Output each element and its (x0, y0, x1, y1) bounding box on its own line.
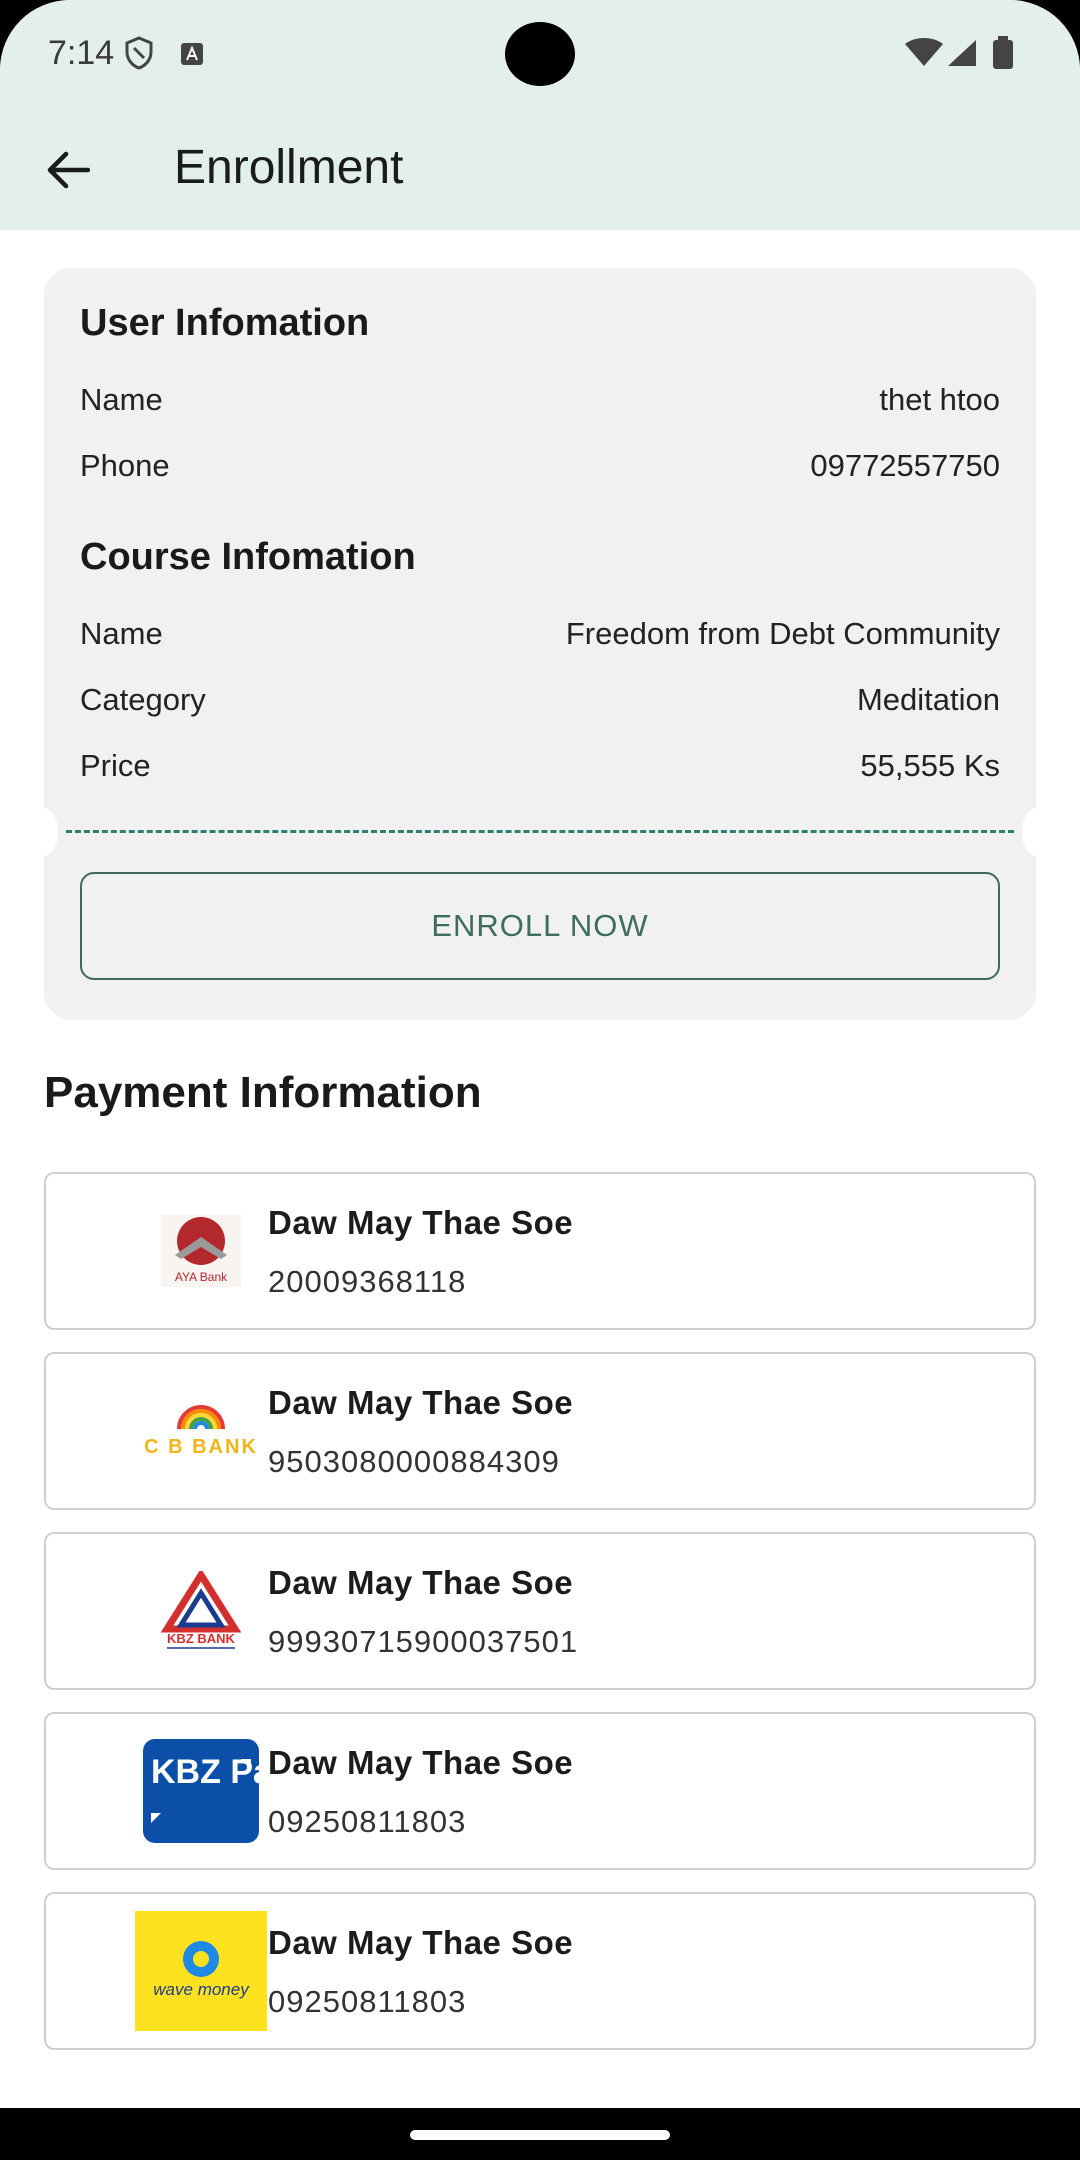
user-phone-value: 09772557750 (810, 448, 1000, 483)
back-button[interactable] (36, 138, 100, 202)
user-info-title: User Infomation (80, 302, 370, 344)
signal-icon (946, 38, 978, 73)
screen: 7:14 Enrollment User Infomation Name the… (0, 0, 1080, 2108)
account-holder-name: Daw May Thae Soe (268, 1384, 574, 1421)
enroll-now-button[interactable]: ENROLL NOW (80, 872, 1000, 980)
course-category-label: Category (80, 682, 206, 717)
user-phone-label: Phone (80, 448, 170, 483)
back-arrow-icon (47, 151, 90, 189)
payment-info-title: Payment Information (44, 1068, 482, 1117)
shield-icon (124, 36, 154, 75)
battery-icon (992, 36, 1014, 75)
status-bar: 7:14 (0, 0, 1080, 110)
account-holder-name: Daw May Thae Soe (268, 1564, 574, 1601)
account-number: 20009368118 (268, 1264, 467, 1299)
ticket-divider (66, 830, 1014, 833)
course-price-value: 55,555 Ks (860, 748, 1000, 783)
logo-text: C B BANK (144, 1436, 258, 1458)
accessibility-badge-icon (180, 42, 204, 71)
logo-text: KBZ BANK (167, 1631, 235, 1646)
course-price-label: Price (80, 748, 151, 783)
page-title: Enrollment (174, 141, 404, 194)
account-number: 9503080000884309 (268, 1444, 560, 1479)
ticket-notch-left (30, 808, 58, 856)
ticket-notch-right (1022, 808, 1050, 856)
payment-method-card[interactable]: wave money Daw May Thae Soe 09250811803 (44, 1892, 1036, 2050)
account-holder-name: Daw May Thae Soe (268, 1744, 574, 1781)
payment-method-card[interactable]: KBZ BANK Daw May Thae Soe 99930715900037… (44, 1532, 1036, 1690)
course-name-value: Freedom from Debt Community (565, 616, 1000, 651)
app-bar: Enrollment (0, 110, 1080, 230)
payment-method-card[interactable]: C B BANK Daw May Thae Soe 95030800008843… (44, 1352, 1036, 1510)
course-name-label: Name (80, 616, 163, 651)
account-holder-name: Daw May Thae Soe (268, 1924, 574, 1961)
account-holder-name: Daw May Thae Soe (268, 1204, 574, 1241)
account-number: 99930715900037501 (268, 1624, 579, 1659)
status-time: 7:14 (48, 34, 115, 72)
user-name-label: Name (80, 382, 163, 417)
payment-method-card[interactable]: AYA Bank Daw May Thae Soe 20009368118 (44, 1172, 1036, 1330)
user-name-value: thet htoo (879, 382, 1000, 417)
account-number: 09250811803 (268, 1984, 467, 2019)
logo-text: KBZ Pay (151, 1753, 261, 1791)
logo-text: wave money (153, 1980, 250, 1999)
payment-method-card[interactable]: KBZ Pay Daw May Thae Soe 09250811803 (44, 1712, 1036, 1870)
course-category-value: Meditation (856, 682, 1000, 717)
logo-text: AYA Bank (175, 1270, 228, 1284)
home-indicator[interactable] (410, 2130, 670, 2140)
account-number: 09250811803 (268, 1804, 467, 1839)
course-info-title: Course Infomation (80, 536, 416, 578)
camera-cutout (505, 22, 575, 86)
wifi-icon (904, 38, 944, 73)
